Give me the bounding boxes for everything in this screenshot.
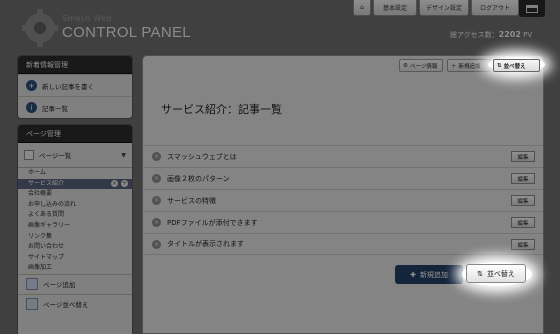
plus-icon: ＋ bbox=[451, 63, 457, 70]
window-button[interactable] bbox=[519, 0, 545, 17]
table-row: × PDFファイルが添付できます 編集 bbox=[143, 211, 543, 233]
table-row: × 画像２枚のパターン 編集 bbox=[143, 167, 543, 189]
gear-icon: ⚙ bbox=[403, 62, 408, 69]
new-article-button[interactable]: ✚ 新規追加 bbox=[395, 265, 463, 284]
sort-button[interactable]: ⇅ 並べ替え bbox=[466, 264, 526, 283]
basic-settings-button[interactable]: 基本設定 bbox=[373, 0, 417, 16]
top-navigation: ⌂ 基本設定 デザイン設定 ログアウト bbox=[353, 0, 519, 16]
table-row: × サービスの特徴 編集 bbox=[143, 189, 543, 211]
table-row: × スマッシュウェブとは 編集 bbox=[143, 145, 543, 167]
page-item-links[interactable]: リンク集 bbox=[18, 232, 132, 243]
new-article-button-label: 新規追加 bbox=[419, 270, 448, 279]
sort-pages-button[interactable]: ページ並べ替え bbox=[18, 293, 132, 314]
delete-icon[interactable]: × bbox=[152, 196, 161, 205]
page-icon bbox=[24, 150, 34, 160]
plus-icon: ✚ bbox=[410, 270, 416, 279]
page-item-services[interactable]: サービス紹介 × + bbox=[18, 178, 132, 190]
toolbar-new-label: 新規追加 bbox=[458, 63, 481, 70]
page-info-button[interactable]: ⚙ ページ情報 bbox=[399, 59, 443, 72]
edit-button[interactable]: 編集 bbox=[511, 151, 535, 162]
article-list-label: 記事一覧 bbox=[42, 104, 68, 113]
page-item-actions: × + bbox=[111, 180, 128, 188]
add-page-button[interactable]: ページ追加 bbox=[18, 273, 132, 294]
info-icon: i bbox=[26, 102, 37, 113]
chevron-down-icon: ▼ bbox=[121, 151, 126, 159]
page-item-home[interactable]: ホーム bbox=[18, 168, 132, 179]
gear-logo-icon bbox=[22, 9, 58, 47]
toolbar-sort-button[interactable]: ⇅ 並べ替え bbox=[493, 59, 540, 72]
logout-button[interactable]: ログアウト bbox=[471, 0, 519, 16]
sort-pages-icon bbox=[26, 298, 38, 311]
pages-heading: ページ管理 bbox=[18, 125, 132, 143]
new-article-link[interactable]: + 新しい記事を書く bbox=[18, 74, 132, 96]
page-item-gallery[interactable]: 画像ギャラリー bbox=[18, 221, 132, 232]
article-title[interactable]: 画像２枚のパターン bbox=[167, 174, 230, 184]
access-label: 総アクセス数： bbox=[450, 31, 499, 39]
page-item-faq[interactable]: よくある質問 bbox=[18, 210, 132, 221]
delete-icon[interactable]: × bbox=[152, 239, 161, 249]
add-icon[interactable]: + bbox=[121, 180, 128, 188]
sort-button-label: 並べ替え bbox=[486, 269, 515, 278]
home-button[interactable]: ⌂ bbox=[353, 0, 371, 16]
brand-title: CONTROL PANEL bbox=[62, 24, 191, 41]
page-item-image-edit[interactable]: 画像加工 bbox=[18, 263, 132, 274]
page-list-dropdown[interactable]: ページ一覧 ▼ bbox=[24, 147, 126, 163]
brand-subtitle: Smash Web bbox=[62, 14, 112, 23]
page-list-label: ページ一覧 bbox=[39, 152, 72, 160]
article-list-link[interactable]: i 記事一覧 bbox=[18, 96, 132, 118]
edit-button[interactable]: 編集 bbox=[511, 217, 535, 228]
window-icon bbox=[526, 4, 538, 13]
article-title[interactable]: タイトルが表示されます bbox=[167, 239, 244, 249]
add-page-icon bbox=[26, 278, 38, 291]
design-settings-button[interactable]: デザイン設定 bbox=[419, 0, 469, 16]
article-title[interactable]: サービスの特徴 bbox=[167, 196, 216, 206]
add-page-label: ページ追加 bbox=[43, 281, 76, 290]
home-icon: ⌂ bbox=[360, 4, 364, 11]
edit-button[interactable]: 編集 bbox=[511, 195, 535, 206]
delete-icon[interactable]: × bbox=[152, 152, 161, 161]
page-item-flow[interactable]: お申し込みの流れ bbox=[18, 200, 132, 211]
delete-icon[interactable]: × bbox=[152, 218, 161, 227]
main-panel: ⚙ ページ情報 ＋新規追加 サービス紹介：記事一覧 × スマッシュウェブとは 編集… bbox=[142, 55, 544, 334]
news-panel: 新着情報管理 + 新しい記事を書く i 記事一覧 bbox=[17, 55, 133, 119]
sort-pages-label: ページ並べ替え bbox=[43, 301, 89, 310]
toolbar-sort-label: 並べ替え bbox=[503, 63, 526, 70]
edit-button[interactable]: 編集 bbox=[511, 173, 535, 184]
page-item-company[interactable]: 会社概要 bbox=[18, 189, 132, 200]
access-unit: PV bbox=[523, 31, 533, 39]
remove-icon[interactable]: × bbox=[111, 180, 118, 188]
pages-panel: ページ管理 ページ一覧 ▼ ホーム サービス紹介 × + 会社概要 お申し込みの流… bbox=[17, 124, 133, 334]
page-item-sitemap[interactable]: サイトマップ bbox=[18, 253, 132, 264]
sort-icon: ⇅ bbox=[477, 269, 483, 278]
toolbar-new-button[interactable]: ＋新規追加 bbox=[447, 59, 491, 72]
page-info-label: ページ情報 bbox=[409, 63, 438, 70]
edit-button[interactable]: 編集 bbox=[511, 239, 535, 250]
page-item-label: サービス紹介 bbox=[28, 179, 65, 187]
page-item-contact[interactable]: お問い合わせ bbox=[18, 242, 132, 253]
page-title: サービス紹介：記事一覧 bbox=[161, 103, 282, 116]
new-article-label: 新しい記事を書く bbox=[42, 82, 94, 91]
sort-icon: ⇅ bbox=[497, 62, 502, 69]
article-list: × スマッシュウェブとは 編集 × 画像２枚のパターン 編集 × サービスの特徴… bbox=[143, 145, 543, 255]
article-title[interactable]: スマッシュウェブとは bbox=[167, 152, 237, 162]
access-count: 総アクセス数：2202 PV bbox=[450, 30, 532, 40]
access-value: 2202 bbox=[498, 30, 521, 39]
page-list: ホーム サービス紹介 × + 会社概要 お申し込みの流れ よくある質問 画像ギャラ… bbox=[18, 167, 132, 274]
news-heading: 新着情報管理 bbox=[18, 56, 132, 74]
add-article-icon: + bbox=[26, 80, 37, 91]
table-row: × タイトルが表示されます 編集 bbox=[143, 233, 543, 255]
delete-icon[interactable]: × bbox=[152, 174, 161, 183]
article-title[interactable]: PDFファイルが添付できます bbox=[167, 218, 258, 228]
